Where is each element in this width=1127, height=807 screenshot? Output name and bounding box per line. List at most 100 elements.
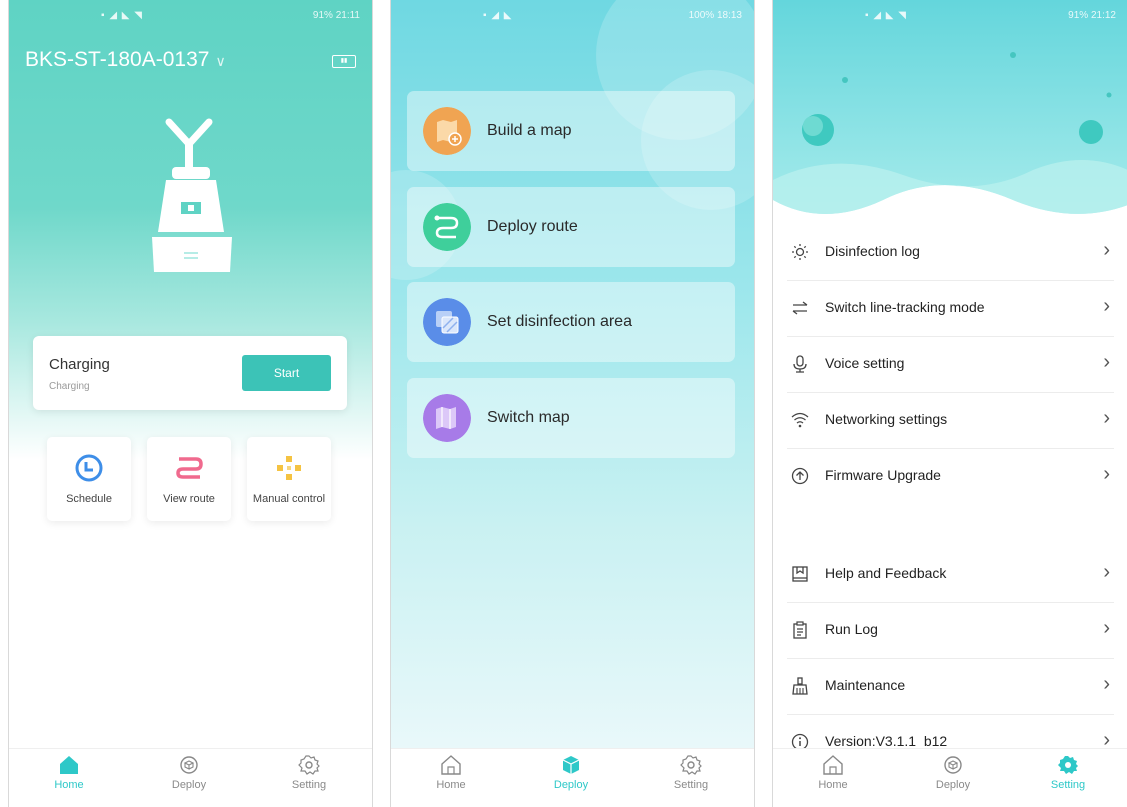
row-label: Run Log xyxy=(825,621,878,637)
tab-label: Deploy xyxy=(171,779,207,791)
tile-label: View route xyxy=(163,493,215,505)
set-disinfection-area-item[interactable]: Set disinfection area xyxy=(407,282,735,362)
swap-icon xyxy=(792,301,808,315)
tab-setting[interactable]: Setting xyxy=(269,755,349,791)
status-card: Charging Charging Start xyxy=(33,336,347,410)
row-label: Networking settings xyxy=(825,411,948,427)
networking-settings-row[interactable]: Networking settings › xyxy=(787,392,1114,449)
cube-icon xyxy=(180,756,198,774)
status-bar: ▪ ◢ ◣ ◥ 91% 21:11 xyxy=(9,8,372,26)
help-feedback-row[interactable]: Help and Feedback › xyxy=(787,546,1114,603)
bottom-tab-bar: Home Deploy Setting xyxy=(773,748,1127,807)
view-route-tile[interactable]: View route xyxy=(147,437,231,521)
book-icon xyxy=(792,566,808,582)
line-tracking-row[interactable]: Switch line-tracking mode › xyxy=(787,280,1114,337)
row-label: Version:V3.1.1_b12 xyxy=(825,733,948,749)
battery-percent: 100% xyxy=(688,10,715,21)
signal-icons: ▪ ◢ ◣ ◥ xyxy=(865,10,907,21)
route-icon xyxy=(176,457,203,479)
bottom-tab-bar: Home Deploy Setting xyxy=(9,748,372,807)
schedule-tile[interactable]: Schedule xyxy=(47,437,131,521)
home-icon xyxy=(60,756,78,774)
clock-icon xyxy=(75,454,103,482)
chevron-right-icon: › xyxy=(1103,673,1110,695)
tab-home[interactable]: Home xyxy=(793,755,873,791)
row-label: Switch line-tracking mode xyxy=(825,299,985,315)
settings-screen: ▪ ◢ ◣ ◥ 91% 21:12 Disinfection log › Swi… xyxy=(772,0,1127,807)
clipboard-icon xyxy=(793,621,807,639)
chevron-right-icon: › xyxy=(1103,351,1110,373)
disinfection-log-row[interactable]: Disinfection log › xyxy=(787,224,1114,281)
maintenance-row[interactable]: Maintenance › xyxy=(787,658,1114,715)
manual-control-tile[interactable]: Manual control xyxy=(247,437,331,521)
tile-label: Schedule xyxy=(66,493,112,505)
status-title: Charging xyxy=(49,356,110,373)
switch-map-item[interactable]: Switch map xyxy=(407,378,735,458)
tile-label: Manual control xyxy=(252,493,326,505)
robot-illustration xyxy=(152,118,232,272)
upload-icon xyxy=(791,467,809,485)
tab-label: Setting xyxy=(291,779,327,791)
start-button[interactable]: Start xyxy=(242,355,331,391)
tab-setting[interactable]: Setting xyxy=(1028,755,1108,791)
dpad-icon xyxy=(277,456,301,480)
menu-label: Switch map xyxy=(487,409,570,426)
menu-label: Set disinfection area xyxy=(487,313,632,330)
row-label: Voice setting xyxy=(825,355,905,371)
run-log-row[interactable]: Run Log › xyxy=(787,602,1114,659)
build-map-item[interactable]: Build a map xyxy=(407,91,735,171)
tab-deploy[interactable]: Deploy xyxy=(913,755,993,791)
row-label: Firmware Upgrade xyxy=(825,467,941,483)
home-screen: ▪ ◢ ◣ ◥ 91% 21:11 BKS-ST-180A-0137 ∨ ▮▮ C… xyxy=(8,0,373,807)
status-right: 91% 21:11 xyxy=(313,10,360,21)
tab-deploy[interactable]: Deploy xyxy=(149,755,229,791)
device-selector[interactable]: BKS-ST-180A-0137 ∨ xyxy=(25,48,226,72)
deploy-route-item[interactable]: Deploy route xyxy=(407,187,735,267)
map-add-icon xyxy=(423,107,471,155)
menu-label: Build a map xyxy=(487,122,572,139)
status-subtitle: Charging xyxy=(49,381,90,392)
chevron-right-icon: › xyxy=(1103,407,1110,429)
tab-label: Home xyxy=(54,779,84,791)
settings-header-wave xyxy=(773,0,1127,214)
clock-time: 18:13 xyxy=(716,10,742,21)
tab-setting[interactable]: Setting xyxy=(651,755,731,791)
voice-setting-row[interactable]: Voice setting › xyxy=(787,336,1114,393)
home-icon xyxy=(823,755,843,775)
chevron-down-icon: ∨ xyxy=(215,53,226,69)
tab-label: Deploy xyxy=(935,779,971,791)
deploy-screen: ▪ ◢ ◣ 100% 18:13 Build a map Deploy rout… xyxy=(390,0,755,807)
tab-home[interactable]: Home xyxy=(29,755,109,791)
status-right: 100% 18:13 xyxy=(689,10,742,21)
cube-icon xyxy=(944,756,962,774)
signal-icons: ▪ ◢ ◣ xyxy=(483,10,513,21)
menu-label: Deploy route xyxy=(487,218,578,235)
route-icon xyxy=(423,203,471,251)
status-bar: ▪ ◢ ◣ 100% 18:13 xyxy=(391,8,754,26)
row-label: Maintenance xyxy=(825,677,906,693)
gear-icon xyxy=(1058,756,1078,774)
microphone-icon xyxy=(793,355,807,373)
map-switch-icon xyxy=(423,394,471,442)
clock-time: 21:12 xyxy=(1090,10,1116,21)
device-name: BKS-ST-180A-0137 xyxy=(25,48,210,71)
battery-percent: 91% xyxy=(1068,10,1089,21)
tab-label: Setting xyxy=(673,779,709,791)
tab-deploy[interactable]: Deploy xyxy=(531,755,611,791)
chevron-right-icon: › xyxy=(1103,295,1110,317)
tab-label: Home xyxy=(436,779,466,791)
tab-home[interactable]: Home xyxy=(411,755,491,791)
tab-label: Home xyxy=(818,779,848,791)
status-right: 91% 21:12 xyxy=(1068,10,1116,21)
row-label: Disinfection log xyxy=(825,243,920,259)
firmware-upgrade-row[interactable]: Firmware Upgrade › xyxy=(787,448,1114,504)
gear-icon xyxy=(298,755,320,775)
chevron-right-icon: › xyxy=(1103,239,1110,261)
broom-icon xyxy=(792,677,808,695)
clock-time: 21:11 xyxy=(335,10,360,21)
robot-battery-icon: ▮▮ xyxy=(332,55,356,68)
home-icon xyxy=(441,755,461,775)
signal-icons: ▪ ◢ ◣ ◥ xyxy=(101,10,143,21)
tab-label: Deploy xyxy=(553,779,589,791)
bottom-tab-bar: Home Deploy Setting xyxy=(391,748,754,807)
